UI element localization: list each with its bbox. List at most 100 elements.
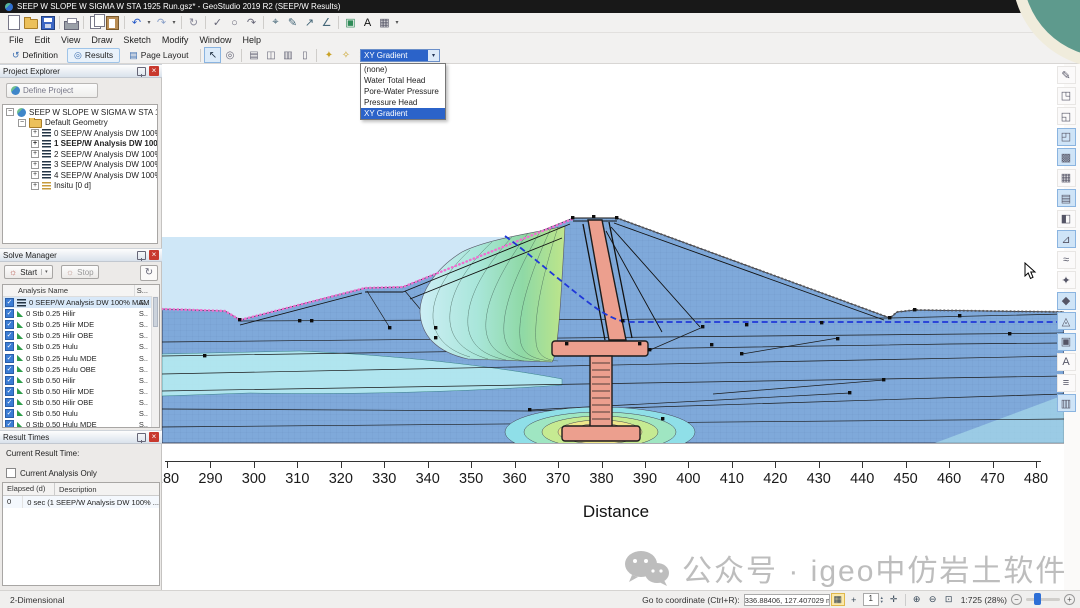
definition-button[interactable]: ↺ Definition	[5, 48, 65, 63]
expand-icon[interactable]: +	[31, 182, 39, 190]
label-text-icon[interactable]: A	[1057, 353, 1076, 371]
solve-row[interactable]: ✓◣0 Stb 0.50 HilirS..	[3, 375, 159, 386]
rotate-tool-icon[interactable]: ○	[226, 15, 243, 31]
solve-row[interactable]: ✓◣0 Stb 0.25 Hilir OBES..	[3, 330, 159, 341]
expand-icon[interactable]: +	[31, 129, 39, 137]
menu-draw[interactable]: Draw	[88, 35, 120, 45]
draw-materials-icon[interactable]: ✦	[320, 47, 337, 63]
page-spinner[interactable]: ▲ ▼	[880, 596, 884, 604]
paste-icon[interactable]	[104, 15, 121, 31]
tree-item[interactable]: +4 SEEP/W Analysis DW 100% Setelah Ko	[3, 170, 157, 181]
results-button[interactable]: ◎ Results	[67, 48, 120, 63]
close-icon[interactable]: ×	[149, 66, 159, 76]
checkbox-icon[interactable]: ✓	[5, 309, 14, 318]
zoom-out-icon[interactable]: ⊖	[926, 593, 940, 606]
current-analysis-only-checkbox[interactable]: Current Analysis Only	[6, 468, 97, 478]
checkbox-icon[interactable]: ✓	[5, 398, 14, 407]
result-info-icon[interactable]: ◆	[1057, 292, 1076, 310]
node-points-icon[interactable]: ◰	[1057, 128, 1076, 146]
flux-section-icon[interactable]: ⊿	[1057, 230, 1076, 248]
tree-item[interactable]: +1 SEEP/W Analysis DW 100% MAN	[3, 139, 157, 150]
solve-row[interactable]: ✓◣0 Stb 0.25 Hulu OBES..	[3, 364, 159, 375]
contour-fill-icon[interactable]: ▦	[1057, 169, 1076, 187]
interpolate-icon[interactable]: ◬	[1057, 312, 1076, 330]
checkbox-icon[interactable]: ✓	[5, 354, 14, 363]
view-mesh-icon[interactable]: ▣	[1057, 333, 1076, 351]
checkbox-icon[interactable]: ✓	[5, 420, 14, 428]
start-caret-icon[interactable]: ▾	[41, 269, 48, 275]
open-folder-icon[interactable]	[22, 15, 39, 31]
close-icon[interactable]: ×	[149, 250, 159, 260]
menu-modify[interactable]: Modify	[159, 35, 197, 45]
contour-lines-icon[interactable]: ▤	[1057, 189, 1076, 207]
checkbox-icon[interactable]: ✓	[5, 331, 14, 340]
draw-boundary-icon[interactable]: ✧	[337, 47, 354, 63]
menu-edit[interactable]: Edit	[32, 35, 59, 45]
expand-icon[interactable]: +	[31, 140, 39, 148]
menu-sketch[interactable]: Sketch	[120, 35, 159, 45]
report-icon[interactable]: ▥	[279, 47, 296, 63]
dropdown-option[interactable]: Water Total Head	[361, 75, 445, 86]
expand-icon[interactable]: +	[31, 161, 39, 169]
solve-row[interactable]: ✓◣0 Stb 0.25 HuluS..	[3, 341, 159, 352]
sketch-pencil-icon[interactable]: ✎	[284, 15, 301, 31]
tree-item[interactable]: +0 SEEP/W Analysis DW 100% MAM [0 d]	[3, 128, 157, 139]
report-view-icon[interactable]: ▥	[1057, 394, 1076, 412]
solve-row[interactable]: ✓◣0 Stb 0.50 Hulu MDES..	[3, 419, 159, 428]
refresh-icon[interactable]: ↻	[140, 265, 158, 281]
scrollbar[interactable]	[151, 296, 159, 427]
menu-help[interactable]: Help	[239, 35, 269, 45]
zoom-plus-button[interactable]: +	[1064, 594, 1075, 605]
grid-snap-icon[interactable]: ▦	[831, 593, 845, 606]
undo-icon[interactable]: ↶	[128, 15, 145, 31]
page-layout-button[interactable]: ▤ Page Layout	[122, 48, 195, 63]
crosshair-icon[interactable]: +	[847, 593, 861, 606]
print-icon[interactable]	[63, 15, 80, 31]
tree-item[interactable]: +Insitu [0 d]	[3, 181, 157, 192]
checkbox-icon[interactable]: ✓	[5, 409, 14, 418]
sketch-angle-icon[interactable]: ∠	[318, 15, 335, 31]
zoom-minus-button[interactable]: −	[1011, 594, 1022, 605]
menu-view[interactable]: View	[58, 35, 88, 45]
tree-item[interactable]: −SEEP W SLOPE W SIGMA W STA 1925 Run	[3, 107, 157, 118]
checkbox-icon[interactable]: ✓	[5, 376, 14, 385]
checkbox-icon[interactable]	[6, 468, 16, 478]
fit-width-icon[interactable]: ◫	[262, 47, 279, 63]
tree-item[interactable]: +2 SEEP/W Analysis DW 100% MAB [0 d]	[3, 149, 157, 160]
contour-variable-select[interactable]: XY Gradient ▾	[360, 49, 440, 62]
image-icon[interactable]: ▣	[342, 15, 359, 31]
table-icon[interactable]: ▦	[376, 15, 393, 31]
define-project-button[interactable]: Define Project	[6, 83, 98, 98]
arc-tool-icon[interactable]: ↷	[243, 15, 260, 31]
checkbox-icon[interactable]: ✓	[5, 320, 14, 329]
draw-graph-icon[interactable]: ◳	[1057, 87, 1076, 105]
chevron-down-icon[interactable]: ▾	[428, 50, 439, 61]
expand-icon[interactable]: −	[6, 108, 14, 116]
tree-item[interactable]: +3 SEEP/W Analysis DW 100% PMF [0 d]	[3, 160, 157, 171]
film-strip-icon[interactable]: ▯	[296, 47, 313, 63]
dropdown-option[interactable]: Pressure Head	[361, 97, 445, 108]
solve-row[interactable]: ✓◣0 Stb 0.25 Hilir MDES..	[3, 319, 159, 330]
solve-row[interactable]: ✓◣0 Stb 0.25 HilirS..	[3, 308, 159, 319]
sketch-point-icon[interactable]: ⌖	[267, 15, 284, 31]
start-button[interactable]: ☼ Start ▾	[4, 265, 53, 279]
solve-list-header[interactable]: Analysis Name S...	[3, 285, 159, 297]
solve-row[interactable]: ✓◣0 Stb 0.25 Hulu MDES..	[3, 352, 159, 363]
stop-button[interactable]: ☼ Stop	[61, 265, 99, 279]
checkbox-icon[interactable]: ✓	[5, 298, 14, 307]
zoom-region-icon[interactable]: ⊡	[942, 593, 956, 606]
table-caret-icon[interactable]: ▾	[393, 15, 401, 31]
save-icon[interactable]	[39, 15, 56, 31]
copy-icon[interactable]	[87, 15, 104, 31]
zoom-slider[interactable]	[1026, 598, 1060, 601]
contour-labels-icon[interactable]: ◧	[1057, 210, 1076, 228]
pin-icon[interactable]	[137, 433, 146, 442]
sync-icon[interactable]: ↻	[185, 15, 202, 31]
menu-window[interactable]: Window	[196, 35, 239, 45]
solve-row[interactable]: ✓0 SEEP/W Analysis DW 100% MAMS..	[3, 297, 159, 308]
tree-item[interactable]: −Default Geometry	[3, 118, 157, 129]
coordinate-input[interactable]: 336.88406, 127.407029 m	[744, 594, 830, 606]
checkbox-icon[interactable]: ✓	[5, 387, 14, 396]
checkbox-icon[interactable]: ✓	[5, 365, 14, 374]
select-cursor-icon[interactable]: ↖	[204, 47, 221, 63]
